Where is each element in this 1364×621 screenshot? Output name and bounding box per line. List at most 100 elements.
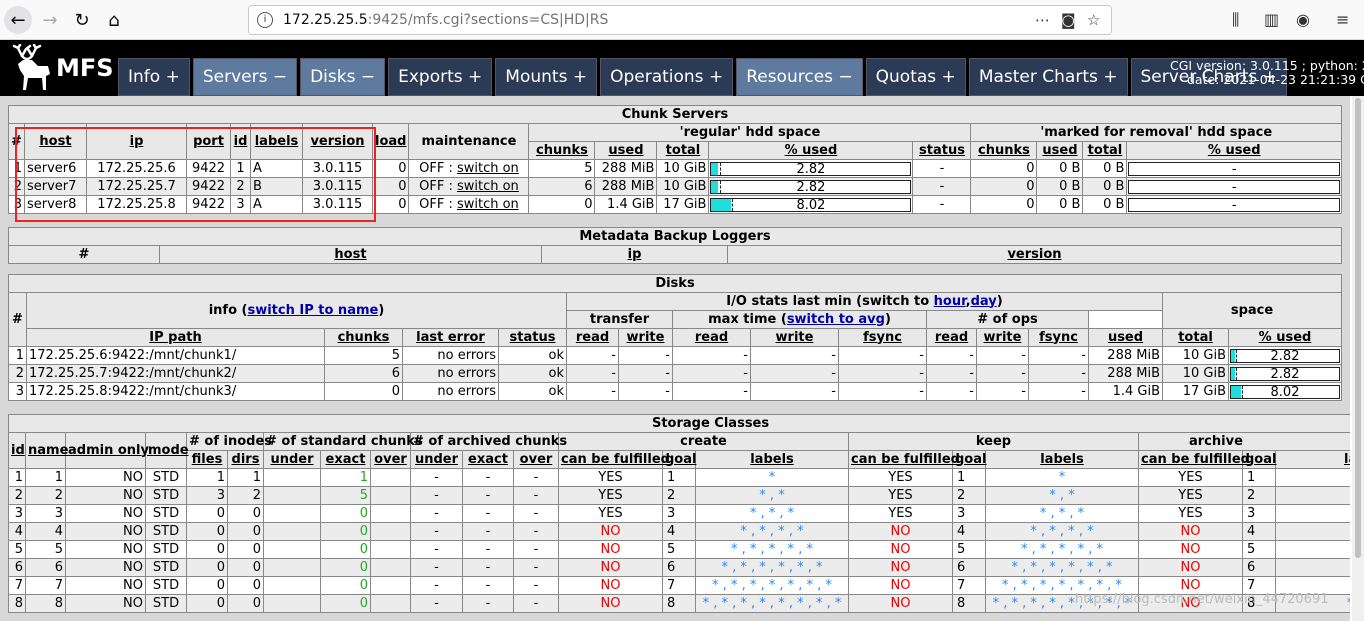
menu-disks[interactable]: Disks − xyxy=(300,58,386,96)
home-icon[interactable]: ⌂ xyxy=(100,6,128,34)
library-icon[interactable]: ⫼ xyxy=(1232,10,1239,30)
col-r-status[interactable]: status xyxy=(912,141,972,160)
disks-col-write[interactable]: write xyxy=(618,328,673,347)
back-button[interactable]: ← xyxy=(4,6,32,34)
disks-col-ops-write[interactable]: write xyxy=(976,328,1029,347)
col-r-total[interactable]: total xyxy=(1082,141,1128,160)
switch-day-link[interactable]: day xyxy=(971,294,997,309)
hd-usage-bar: 8.02 xyxy=(1230,384,1340,400)
cs-r-status: - xyxy=(912,195,972,214)
sc-col-files[interactable]: files xyxy=(186,450,228,469)
sc-col-ar-labels[interactable]: lab xyxy=(1274,450,1350,469)
col-r-pct-used[interactable]: % used xyxy=(1126,141,1342,160)
sc-col-ar-goal[interactable]: goal xyxy=(1242,450,1276,469)
col-id[interactable]: id xyxy=(230,123,251,160)
menu-mounts[interactable]: Mounts + xyxy=(495,58,598,96)
address-bar[interactable]: i 172.25.25.5:9425/mfs.cgi?sections=CS|H… xyxy=(248,5,1112,35)
switch-to-avg-link[interactable]: switch to avg xyxy=(787,312,885,327)
bookmark-star-icon[interactable]: ☆ xyxy=(1087,11,1100,29)
vertical-scrollbar[interactable] xyxy=(1352,96,1364,621)
disks-col-mt-write[interactable]: write xyxy=(750,328,839,347)
ml-col-ip[interactable]: ip xyxy=(541,245,728,264)
sc-col-c-goal[interactable]: goal xyxy=(662,450,696,469)
menu-operations[interactable]: Operations + xyxy=(600,58,734,96)
sidebar-icon[interactable]: ▥ xyxy=(1264,10,1279,29)
col-used[interactable]: used xyxy=(594,141,658,160)
cs-usage-bar: 2.82 xyxy=(710,179,912,195)
page-actions-icon[interactable]: ⋯ xyxy=(1035,11,1050,29)
sc-col-exact[interactable]: exact xyxy=(320,450,371,469)
col-chunks[interactable]: chunks xyxy=(528,141,596,160)
col-r-chunks[interactable]: chunks xyxy=(970,141,1038,160)
hamburger-menu-icon[interactable]: ≡ xyxy=(1336,10,1349,29)
col-version[interactable]: version xyxy=(302,123,373,160)
sc-a-under: - xyxy=(410,558,463,577)
disks-col-status[interactable]: status xyxy=(498,328,567,347)
sc-col-a-exact[interactable]: exact xyxy=(462,450,514,469)
menu-quotas[interactable]: Quotas + xyxy=(865,58,966,96)
sc-col-mode[interactable]: mode xyxy=(145,432,189,469)
sc-col-k-labels[interactable]: labels xyxy=(985,450,1139,469)
menu-exports[interactable]: Exports + xyxy=(388,58,493,96)
sc-a-under: - xyxy=(410,576,463,595)
sc-col-dirs[interactable]: dirs xyxy=(227,450,264,469)
switch-hour-link[interactable]: hour xyxy=(934,294,966,309)
sc-admin: NO xyxy=(65,522,146,541)
disks-col-path[interactable]: IP path xyxy=(26,328,325,347)
forward-button[interactable]: → xyxy=(36,6,64,34)
switch-on-link[interactable]: switch on xyxy=(457,197,519,212)
disks-col-ops-read[interactable]: read xyxy=(926,328,977,347)
menu-master-charts[interactable]: Master Charts + xyxy=(968,58,1128,96)
sc-col-over[interactable]: over xyxy=(370,450,411,469)
col-pct-used[interactable]: % used xyxy=(708,141,914,160)
sc-ar-ful: YES xyxy=(1138,486,1243,505)
table-row: 22NOSTD325---YES2* , *YES2* , *YES2* , xyxy=(8,486,1350,505)
disks-col-ops-fsync[interactable]: fsync xyxy=(1028,328,1089,347)
switch-on-link[interactable]: switch on xyxy=(457,179,519,194)
menu-servers[interactable]: Servers − xyxy=(192,58,298,96)
col-load[interactable]: load xyxy=(371,123,410,160)
col-port[interactable]: port xyxy=(186,123,231,160)
sc-col-ar-fulfilled[interactable]: can be fulfilled xyxy=(1138,450,1250,469)
regular-hdd-space-header: 'regular' hdd space xyxy=(528,123,972,142)
disks-col-last-error[interactable]: last error xyxy=(402,328,499,347)
pocket-icon[interactable]: ◙ xyxy=(1061,11,1076,29)
disks-col-total[interactable]: total xyxy=(1162,328,1229,347)
ml-col-host[interactable]: host xyxy=(159,245,542,264)
sc-col-k-fulfilled[interactable]: can be fulfilled xyxy=(848,450,960,469)
cs-r-used: 0 B xyxy=(1036,177,1084,196)
site-info-icon[interactable]: i xyxy=(257,12,273,28)
sc-name: 2 xyxy=(25,486,66,505)
disks-col-read[interactable]: read xyxy=(566,328,619,347)
switch-ip-to-name-link[interactable]: switch IP to name xyxy=(247,303,378,318)
sc-col-admin[interactable]: admin only xyxy=(65,432,149,469)
col-host[interactable]: host xyxy=(24,123,87,160)
disks-col-pct-used[interactable]: % used xyxy=(1228,328,1342,347)
menu-info[interactable]: Info + xyxy=(118,58,190,96)
scrollbar-thumb[interactable] xyxy=(1355,98,1361,558)
sc-col-k-goal[interactable]: goal xyxy=(952,450,986,469)
col-labels[interactable]: labels xyxy=(250,123,303,160)
hd-io-value: - xyxy=(672,382,751,401)
disks-col-mt-read[interactable]: read xyxy=(672,328,751,347)
account-icon[interactable]: ◉ xyxy=(1296,10,1310,29)
sc-col-a-under[interactable]: under xyxy=(410,450,463,469)
col-total[interactable]: total xyxy=(656,141,710,160)
sc-col-under[interactable]: under xyxy=(263,450,321,469)
switch-on-link[interactable]: switch on xyxy=(457,161,519,176)
col-r-used[interactable]: used xyxy=(1036,141,1084,160)
disks-col-used[interactable]: used xyxy=(1088,328,1163,347)
disks-col-chunks[interactable]: chunks xyxy=(324,328,403,347)
sc-k-labels: * , * , * , * , * xyxy=(985,540,1139,559)
ml-col-version[interactable]: version xyxy=(727,245,1342,264)
cs-chunks: 6 xyxy=(528,177,596,196)
sc-col-c-labels[interactable]: labels xyxy=(695,450,849,469)
sc-col-c-fulfilled[interactable]: can be fulfilled xyxy=(558,450,670,469)
disks-col-mt-fsync[interactable]: fsync xyxy=(838,328,927,347)
sc-col-id[interactable]: id xyxy=(8,432,26,469)
sc-col-name[interactable]: name xyxy=(25,432,68,469)
reload-button[interactable]: ↻ xyxy=(68,6,96,34)
menu-resources[interactable]: Resources − xyxy=(736,58,863,96)
sc-col-a-over[interactable]: over xyxy=(513,450,559,469)
col-ip[interactable]: ip xyxy=(86,123,187,160)
